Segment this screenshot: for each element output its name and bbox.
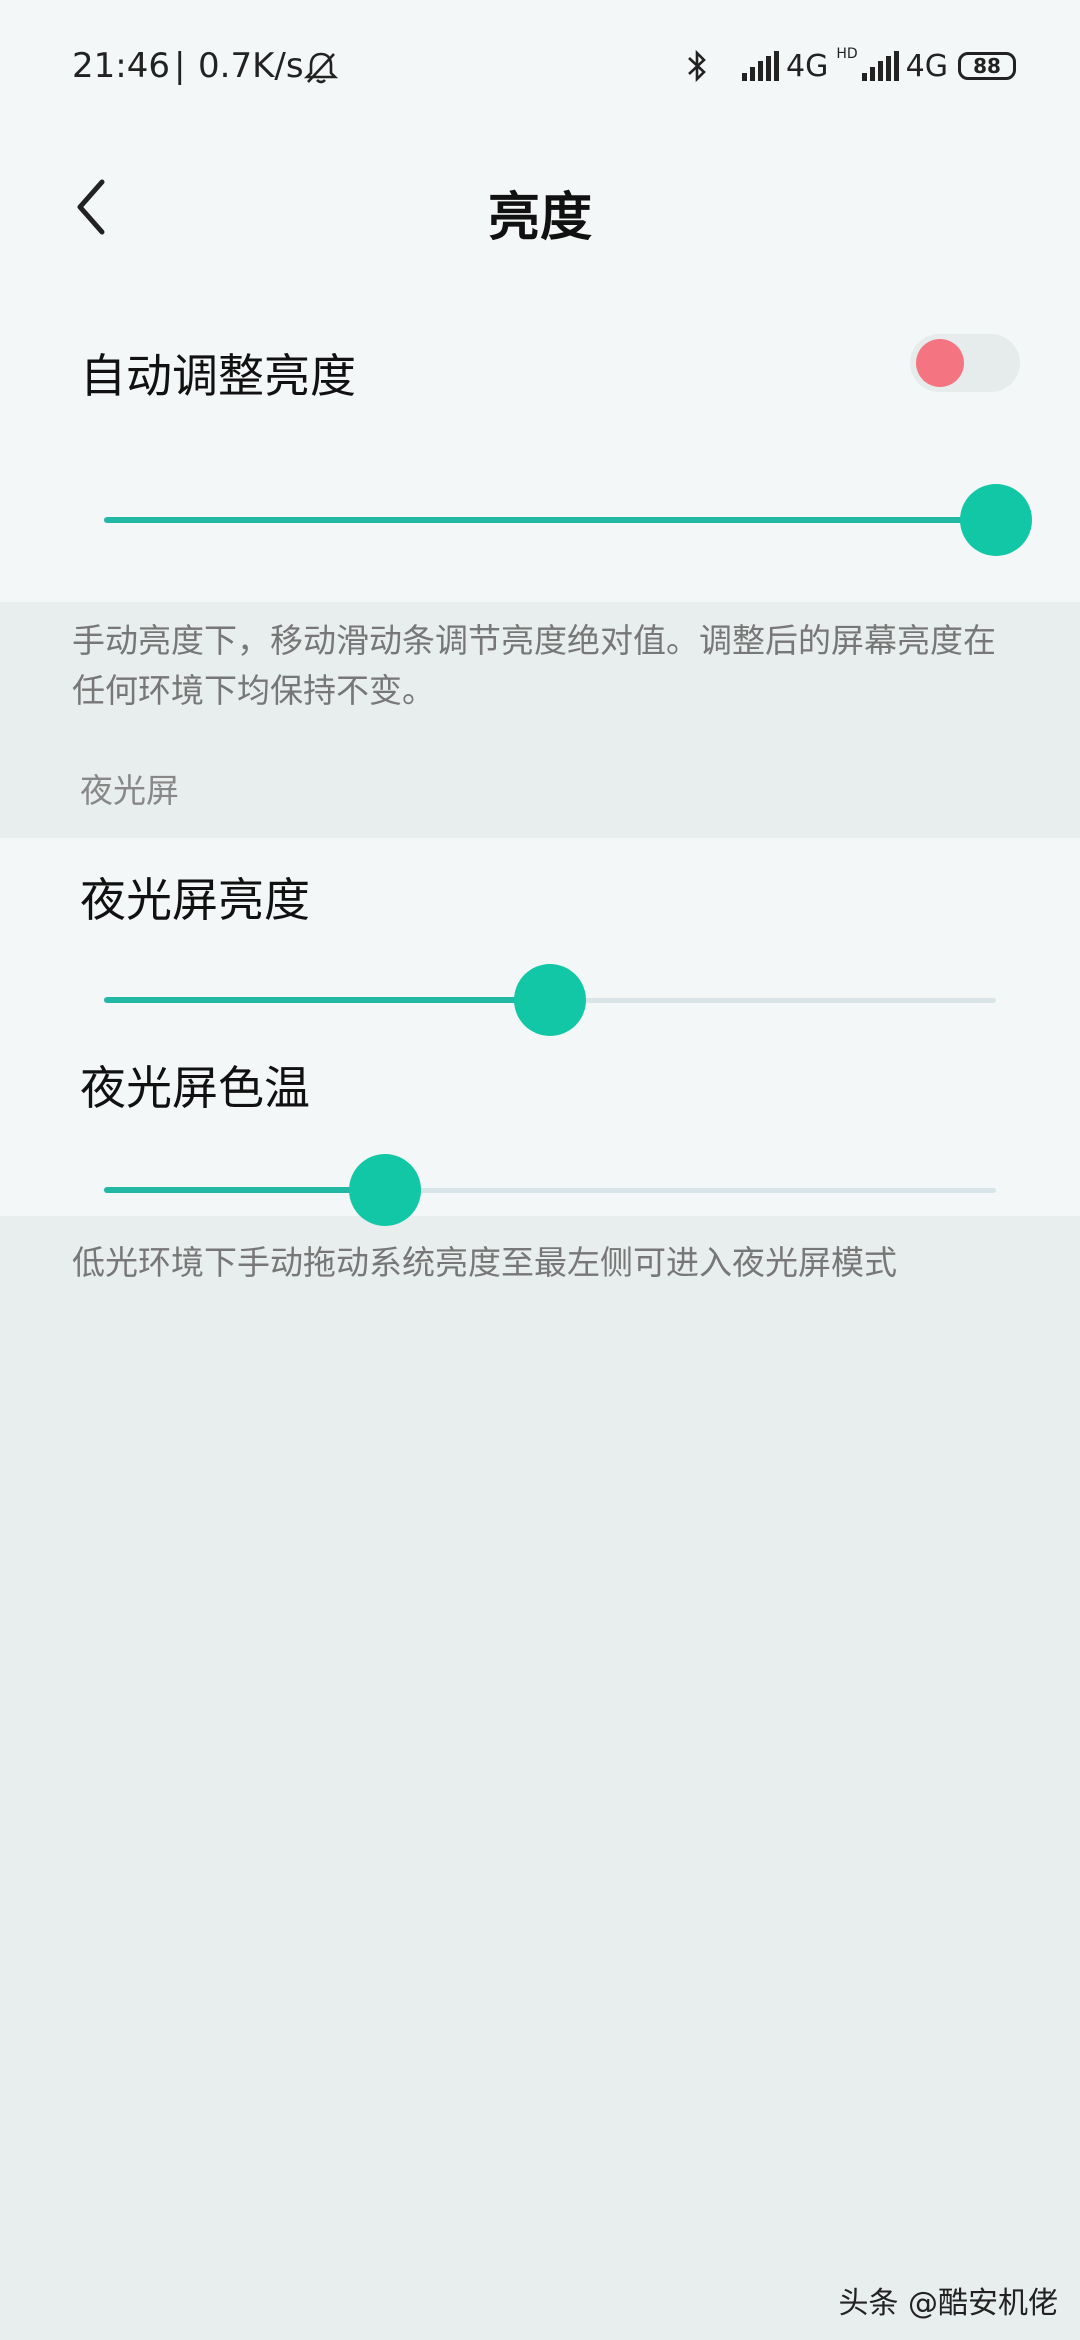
page-title: 亮度 — [487, 188, 592, 248]
watermark: 头条 @酷安机佬 — [838, 2286, 1058, 2321]
header: 亮度 — [0, 130, 1080, 280]
night-temperature-label: 夜光屏色温 — [80, 1061, 310, 1115]
battery-icon: 88 — [958, 52, 1016, 80]
signal-icon — [861, 51, 899, 81]
status-right-group: 4G HD 4G 88 — [682, 46, 1016, 86]
night-brightness-slider[interactable] — [104, 960, 996, 1040]
slider-fill — [104, 1187, 385, 1193]
status-time: 21:46 — [72, 46, 170, 86]
battery-level: 88 — [973, 54, 1001, 78]
signal-icon — [742, 51, 779, 81]
network-type-1: 4G — [786, 48, 829, 84]
toggle-knob — [916, 339, 964, 387]
night-screen-description: 低光环境下手动拖动系统亮度至最左侧可进入夜光屏模式 — [72, 1243, 897, 1282]
status-bar: 21:46 | 0.7K/s 4G HD 4G 88 — [0, 0, 1080, 130]
slider-thumb[interactable] — [960, 484, 1032, 556]
night-temperature-slider[interactable] — [104, 1150, 996, 1230]
night-screen-card: 夜光屏亮度 夜光屏色温 — [0, 838, 1080, 1226]
slider-fill — [104, 517, 996, 523]
brightness-card: 自动调整亮度 — [0, 280, 1080, 602]
brightness-slider[interactable] — [104, 480, 1032, 560]
manual-brightness-description: 手动亮度下，移动滑动条调节亮度绝对值。调整后的屏幕亮度在任何环境下均保持不变。 — [72, 621, 996, 710]
mute-bell-icon — [303, 52, 339, 84]
bluetooth-icon — [688, 49, 706, 83]
section-header-night: 夜光屏 — [80, 771, 179, 810]
status-net-speed: 0.7K/s — [198, 46, 304, 86]
slider-thumb[interactable] — [514, 964, 586, 1036]
status-separator: | — [174, 46, 186, 86]
slider-thumb[interactable] — [348, 1154, 421, 1226]
slider-fill — [104, 997, 550, 1003]
night-brightness-label: 夜光屏亮度 — [80, 873, 310, 927]
network-type-2: 4G — [905, 48, 948, 84]
auto-brightness-toggle[interactable] — [910, 334, 1020, 392]
auto-brightness-label: 自动调整亮度 — [80, 349, 356, 403]
hd-badge: HD — [836, 46, 858, 62]
